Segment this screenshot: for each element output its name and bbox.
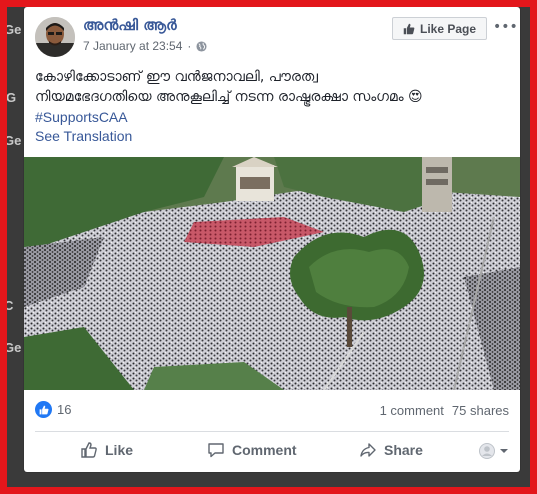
red-highlight-frame: [0, 0, 537, 494]
